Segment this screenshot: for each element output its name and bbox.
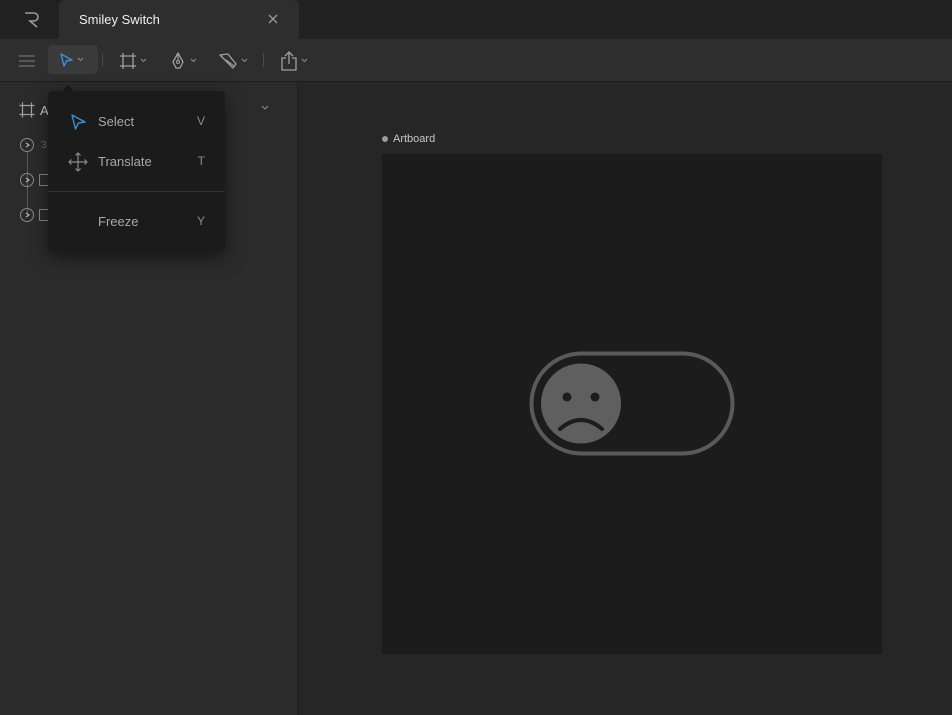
chevron-down-icon [241, 58, 248, 63]
menu-item-shortcut: T [197, 154, 205, 168]
app-window: Smiley Switch A 3 Artboard Select V Tran… [0, 0, 952, 715]
toolbar-divider [263, 53, 264, 67]
chevron-down-icon [77, 57, 84, 62]
share-export-icon [281, 50, 297, 71]
menu-item-select[interactable]: Select V [48, 103, 225, 139]
layer-expand-toggle[interactable] [20, 208, 34, 222]
pen-nib-icon [172, 51, 184, 69]
chevron-right-icon [25, 142, 30, 148]
brush-icon [219, 52, 237, 69]
pen-tool-button[interactable] [169, 39, 197, 82]
menu-item-freeze[interactable]: Freeze Y [48, 203, 225, 239]
layer-row[interactable] [20, 207, 49, 223]
title-bar: Smiley Switch [0, 0, 952, 39]
move-arrows-icon [68, 152, 88, 172]
select-tool-button[interactable] [48, 45, 98, 74]
artboard-frame-icon [120, 52, 136, 69]
layer-expand-toggle[interactable] [20, 138, 34, 152]
app-logo-icon[interactable] [22, 9, 42, 29]
hamburger-menu-button[interactable] [18, 39, 38, 82]
toolbar-divider [102, 53, 103, 67]
arrow-pointer-icon [60, 52, 73, 67]
artboard[interactable] [382, 154, 882, 654]
sad-face-knob [541, 363, 621, 444]
chevron-right-icon [25, 177, 30, 183]
chevron-down-icon[interactable] [261, 105, 269, 111]
artboard-tool-button[interactable] [119, 39, 147, 82]
menu-item-label: Translate [98, 154, 152, 169]
menu-item-label: Freeze [98, 214, 139, 229]
export-button[interactable] [280, 39, 308, 82]
menu-item-shortcut: Y [196, 214, 205, 228]
menu-item-translate[interactable]: Translate T [48, 143, 225, 179]
artboard-dot-icon [382, 136, 388, 142]
toolbar [0, 39, 952, 82]
document-tab[interactable]: Smiley Switch [59, 0, 299, 39]
artboard-frame-icon [19, 102, 35, 118]
brush-tool-button[interactable] [218, 39, 248, 82]
select-tool-menu: Select V Translate T Freeze Y [48, 91, 225, 251]
menu-item-shortcut: V [196, 114, 205, 128]
document-tab-label: Smiley Switch [79, 12, 160, 27]
canvas-area[interactable]: Artboard [299, 82, 952, 715]
chevron-down-icon [190, 58, 197, 63]
artboard-title[interactable]: Artboard [382, 133, 435, 145]
menu-divider [48, 191, 225, 192]
artboard-title-text: Artboard [393, 133, 436, 145]
layer-row[interactable]: 3 [20, 137, 47, 153]
close-icon[interactable] [267, 13, 279, 25]
arrow-pointer-icon [71, 114, 86, 130]
chevron-down-icon [140, 58, 147, 63]
chevron-right-icon [25, 212, 30, 218]
layer-name: 3 [41, 139, 47, 151]
chevron-down-icon [301, 58, 308, 63]
layer-row[interactable] [20, 172, 49, 188]
layer-expand-toggle[interactable] [20, 173, 34, 187]
menu-item-label: Select [98, 114, 135, 129]
smiley-switch-graphic[interactable] [529, 351, 739, 461]
hamburger-icon [19, 54, 35, 67]
